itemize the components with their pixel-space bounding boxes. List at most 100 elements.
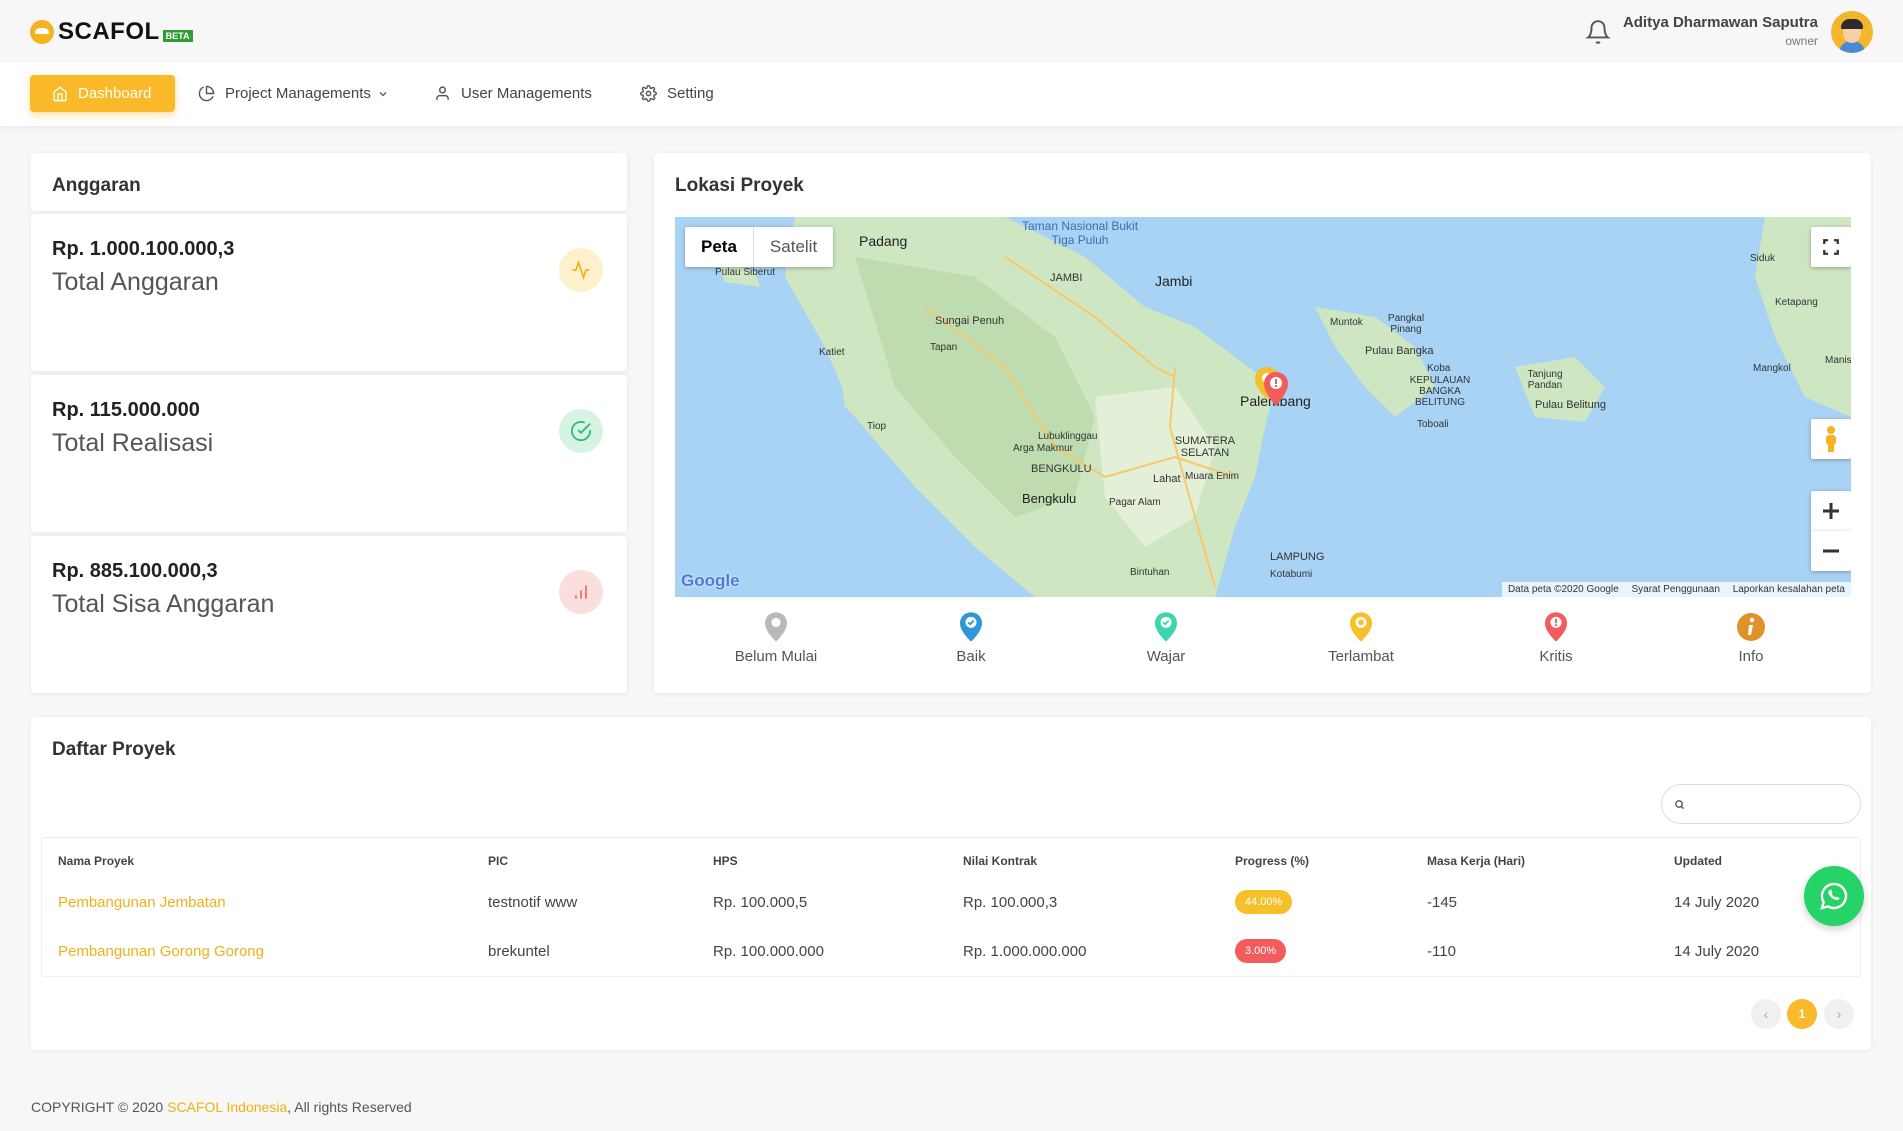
user-name[interactable]: Aditya Dharmawan Saputra (1623, 14, 1818, 31)
map-label: JAMBI (1050, 272, 1083, 284)
map-label: LAMPUNG (1270, 551, 1325, 563)
map-type-peta[interactable]: Peta (685, 227, 754, 267)
fullscreen-button[interactable] (1811, 227, 1851, 267)
nav-dashboard[interactable]: Dashboard (30, 75, 175, 112)
map-label: Tanjung Pandan (1527, 369, 1563, 391)
map-label: Katiet (819, 347, 845, 358)
pegman-button[interactable] (1811, 419, 1851, 459)
map-label: Lubuklinggau (1038, 431, 1098, 442)
nav-setting-label: Setting (667, 85, 714, 102)
column-header[interactable]: Nilai Kontrak (963, 854, 1037, 868)
stat-card-total-realisasi: Rp. 115.000.000 Total Realisasi (31, 375, 627, 532)
footer-brand-link[interactable]: SCAFOL Indonesia (167, 1099, 287, 1115)
stat-card-total-anggaran: Rp. 1.000.100.000,3 Total Anggaran (31, 214, 627, 371)
project-list-title: Daftar Proyek (52, 739, 176, 760)
stat-label: Total Sisa Anggaran (52, 590, 275, 618)
column-header[interactable]: PIC (488, 854, 508, 868)
map-label: Lahat (1153, 473, 1181, 485)
project-name-link[interactable]: Pembangunan Jembatan (58, 894, 226, 911)
minus-icon (1823, 549, 1839, 553)
nav-setting[interactable]: Setting (640, 75, 714, 112)
legend-label: Info (1738, 648, 1764, 665)
project-table: Nama Proyek PIC HPS Nilai Kontrak Progre… (41, 837, 1861, 977)
column-header[interactable]: Nama Proyek (58, 854, 134, 868)
search-input[interactable] (1692, 793, 1852, 815)
legend-label: Wajar (1146, 648, 1186, 665)
nav-user-managements[interactable]: User Managements (434, 75, 592, 112)
nav-project-managements[interactable]: Project Managements (198, 75, 389, 112)
progress-badge: 44.00% (1235, 890, 1293, 914)
chevron-down-icon (379, 91, 387, 96)
search-icon (1675, 800, 1685, 810)
map-title: Lokasi Proyek (675, 175, 804, 196)
footer-suffix: , All rights Reserved (287, 1099, 412, 1115)
duration-cell: -110 (1427, 943, 1456, 960)
stat-value: Rp. 115.000.000 (52, 399, 200, 421)
nav-dashboard-label: Dashboard (78, 85, 152, 102)
zoom-out-button[interactable] (1811, 531, 1851, 571)
stat-value: Rp. 1.000.100.000,3 (52, 238, 235, 260)
pin-red-icon (1545, 612, 1567, 642)
map-label: Pulau Siberut (715, 267, 776, 278)
map-label: Muntok (1330, 317, 1363, 328)
legend-wajar: Wajar (1106, 612, 1226, 665)
contract-cell: Rp. 100.000,3 (963, 894, 1058, 911)
column-header[interactable]: Updated (1674, 854, 1722, 868)
home-icon (53, 85, 67, 101)
map-label: Pulau Bangka (1365, 345, 1434, 357)
map-label: Bintuhan (1130, 567, 1170, 578)
legend-kritis: Kritis (1496, 612, 1616, 665)
map-label: Padang (859, 233, 908, 249)
project-map[interactable]: Peta Satelit Padang Taman Nasional Bukit… (675, 217, 1851, 597)
budget-title: Anggaran (52, 175, 141, 196)
hps-cell: Rp. 100.000,5 (713, 894, 808, 911)
zoom-in-button[interactable] (1811, 491, 1851, 531)
marker-kritis-icon[interactable] (1264, 372, 1288, 406)
project-search[interactable] (1661, 784, 1861, 824)
main-nav: Dashboard Project Managements User Manag… (0, 62, 1903, 126)
footer: COPYRIGHT © 2020 SCAFOL Indonesia, All r… (31, 1099, 412, 1115)
legend-label: Terlambat (1328, 648, 1394, 665)
avatar[interactable] (1831, 11, 1873, 53)
attribution-report[interactable]: Laporkan kesalahan peta (1733, 584, 1845, 595)
pagination-page-1[interactable]: 1 (1787, 999, 1817, 1029)
stat-value: Rp. 885.100.000,3 (52, 560, 218, 582)
street-view-icon (1826, 426, 1836, 452)
stat-card-total-sisa-anggaran: Rp. 885.100.000,3 Total Sisa Anggaran (31, 536, 627, 693)
bell-icon[interactable] (1585, 18, 1611, 46)
budget-header-card: Anggaran (31, 153, 627, 211)
contract-cell: Rp. 1.000.000.000 (963, 943, 1087, 960)
legend-baik: Baik (911, 612, 1031, 665)
progress-badge: 3.00% (1235, 939, 1287, 963)
logo[interactable]: SCAFOL BETA (30, 18, 193, 46)
map-type-satelit[interactable]: Satelit (754, 227, 833, 267)
map-label: Tapan (930, 342, 958, 353)
top-bar: SCAFOL BETA Aditya Dharmawan Saputra own… (0, 0, 1903, 62)
map-type-toggle[interactable]: Peta Satelit (685, 227, 834, 267)
map-label: Siduk (1750, 253, 1776, 264)
map-label: Sungai Penuh (935, 315, 1005, 327)
fullscreen-icon (1823, 239, 1839, 255)
user-role: owner (1785, 34, 1818, 48)
pagination-prev-button[interactable]: ‹ (1751, 999, 1781, 1029)
map-label: Mangkol (1753, 363, 1791, 374)
check-circle-icon (559, 409, 603, 453)
map-attribution: Data peta ©2020 Google Syarat Penggunaan… (1501, 582, 1851, 597)
column-header[interactable]: HPS (713, 854, 738, 868)
hps-cell: Rp. 100.000.000 (713, 943, 824, 960)
pagination-next-button[interactable]: › (1824, 999, 1854, 1029)
pin-gray-icon (765, 612, 787, 642)
attribution-terms[interactable]: Syarat Penggunaan (1632, 584, 1720, 595)
whatsapp-button[interactable] (1804, 866, 1864, 926)
footer-prefix: COPYRIGHT © 2020 (31, 1099, 168, 1115)
column-header[interactable]: Progress (%) (1235, 854, 1309, 868)
legend-label: Baik (956, 648, 986, 665)
legend-belum-mulai: Belum Mulai (716, 612, 836, 665)
project-name-link[interactable]: Pembangunan Gorong Gorong (58, 943, 264, 960)
column-header[interactable]: Masa Kerja (Hari) (1427, 854, 1525, 868)
bar-chart-icon (559, 570, 603, 614)
plus-icon (1823, 503, 1839, 519)
map-label: Pangkal Pinang (1387, 313, 1425, 335)
map-label: Ketapang (1775, 297, 1818, 308)
map-label: Toboali (1417, 419, 1449, 430)
